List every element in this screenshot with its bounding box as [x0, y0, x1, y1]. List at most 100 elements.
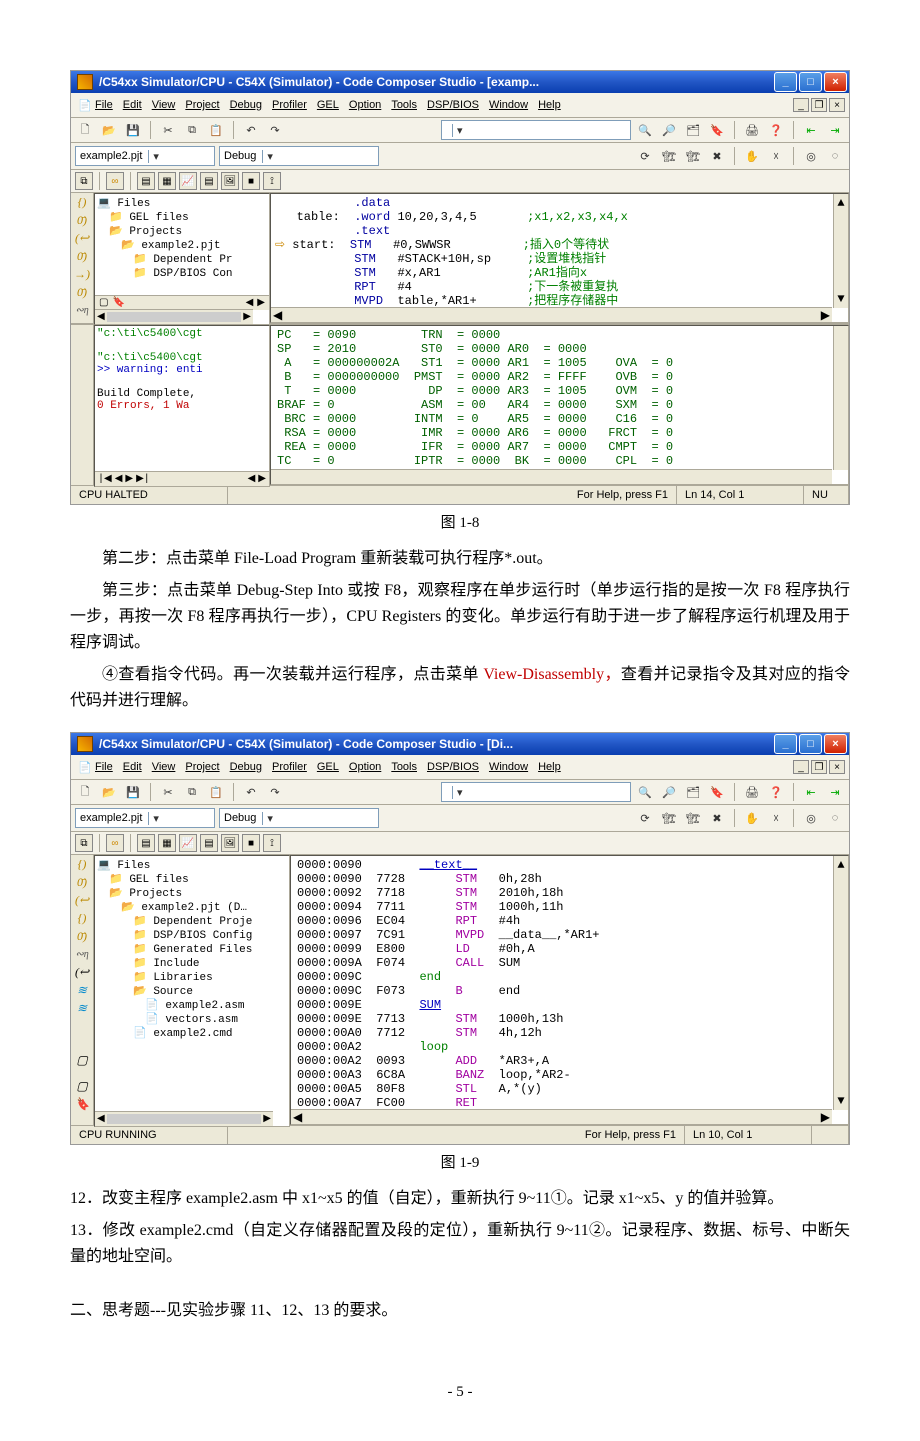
indent-icon[interactable]: ⇥: [825, 782, 845, 802]
child-minimize-button[interactable]: _: [793, 98, 809, 112]
menu-help[interactable]: Help: [538, 761, 561, 773]
view-mixed-icon[interactable]: ■: [242, 172, 260, 190]
menu-profiler[interactable]: Profiler: [272, 761, 307, 773]
output-icon[interactable]: ▢: [73, 1053, 91, 1067]
tree-tab-bookmark-icon[interactable]: 🔖: [73, 1097, 91, 1111]
help-icon[interactable]: ❓: [766, 782, 786, 802]
view-output-icon[interactable]: ▤: [200, 172, 218, 190]
copy-icon[interactable]: ⧉: [182, 120, 202, 140]
stop-build-icon[interactable]: ✖: [707, 146, 727, 166]
project-dropdown[interactable]: example2.pjt ▾: [75, 808, 215, 828]
step-out-icon[interactable]: (↩: [73, 893, 91, 907]
menu-edit[interactable]: Edit: [123, 99, 142, 111]
menu-debug[interactable]: Debug: [230, 99, 262, 111]
outdent-icon[interactable]: ⇤: [801, 782, 821, 802]
find-next-icon[interactable]: 🔎: [659, 120, 679, 140]
view-image-icon[interactable]: 🖼: [221, 834, 239, 852]
search-dropdown[interactable]: ▾: [441, 120, 631, 140]
menu-view[interactable]: View: [152, 99, 176, 111]
child-close-button[interactable]: ×: [829, 760, 845, 774]
undo-icon[interactable]: ↶: [241, 782, 261, 802]
halt-icon[interactable]: 0̄): [73, 285, 91, 299]
outdent-icon[interactable]: ⇤: [801, 120, 821, 140]
view-graph-icon[interactable]: 📈: [179, 172, 197, 190]
step-over-icon[interactable]: 0̄): [73, 213, 91, 227]
menu-file[interactable]: File: [95, 99, 113, 111]
step-out-icon[interactable]: (↩: [73, 231, 91, 245]
run-cursor-icon[interactable]: 0̄): [73, 929, 91, 943]
view-stack-icon[interactable]: ▤: [137, 834, 155, 852]
probe-icon[interactable]: ◎: [801, 146, 821, 166]
clear-probe-icon[interactable]: ◌: [825, 808, 845, 828]
view-disassembly-icon[interactable]: ⟟: [263, 834, 281, 852]
print-icon[interactable]: 🖨: [742, 120, 762, 140]
search-dropdown[interactable]: ▾: [441, 782, 631, 802]
redo-icon[interactable]: ↷: [265, 782, 285, 802]
view-watch-icon[interactable]: ▦: [158, 172, 176, 190]
find-files-icon[interactable]: 🗂: [683, 782, 703, 802]
menu-window[interactable]: Window: [489, 761, 528, 773]
view-watch-icon[interactable]: ▦: [158, 834, 176, 852]
view-registers-icon[interactable]: ⧉: [75, 172, 93, 190]
menu-option[interactable]: Option: [349, 99, 381, 111]
run-to-cursor-icon[interactable]: →): [73, 267, 91, 281]
child-restore-button[interactable]: ❐: [811, 98, 827, 112]
minimize-button[interactable]: _: [774, 734, 797, 754]
breakpoint-icon[interactable]: ✋: [742, 808, 762, 828]
view-image-icon[interactable]: 🖼: [221, 172, 239, 190]
animate-icon[interactable]: ∾η: [73, 947, 91, 961]
reset-icon[interactable]: ≋: [73, 1001, 91, 1015]
config-dropdown[interactable]: Debug ▾: [219, 146, 379, 166]
cut-icon[interactable]: ✂: [158, 782, 178, 802]
view-mixed-icon[interactable]: ■: [242, 834, 260, 852]
view-registers-icon[interactable]: ⧉: [75, 834, 93, 852]
breakpoint-icon[interactable]: ✋: [742, 146, 762, 166]
bookmark-icon[interactable]: 🔖: [707, 120, 727, 140]
build-icon[interactable]: 🏗: [659, 808, 679, 828]
close-button[interactable]: ×: [824, 72, 847, 92]
menu-help[interactable]: Help: [538, 99, 561, 111]
menu-project[interactable]: Project: [185, 761, 219, 773]
menu-gel[interactable]: GEL: [317, 761, 339, 773]
paste-icon[interactable]: 📋: [206, 120, 226, 140]
view-disassembly-icon[interactable]: ⟟: [263, 172, 281, 190]
menu-edit[interactable]: Edit: [123, 761, 142, 773]
view-memory-icon[interactable]: ∞: [106, 834, 124, 852]
menu-gel[interactable]: GEL: [317, 99, 339, 111]
redo-icon[interactable]: ↷: [265, 120, 285, 140]
cut-icon[interactable]: ✂: [158, 120, 178, 140]
help-icon[interactable]: ❓: [766, 120, 786, 140]
stop-build-icon[interactable]: ✖: [707, 808, 727, 828]
step-into-icon[interactable]: {): [73, 857, 91, 871]
menu-window[interactable]: Window: [489, 99, 528, 111]
open-icon[interactable]: 📂: [99, 782, 119, 802]
child-minimize-button[interactable]: _: [793, 760, 809, 774]
view-stack-icon[interactable]: ▤: [137, 172, 155, 190]
halt-icon[interactable]: (↩: [73, 965, 91, 979]
menu-file[interactable]: File: [95, 761, 113, 773]
new-icon[interactable]: 🗋: [75, 120, 95, 140]
menu-debug[interactable]: Debug: [230, 761, 262, 773]
save-icon[interactable]: 💾: [123, 120, 143, 140]
run-icon[interactable]: {): [73, 911, 91, 925]
indent-icon[interactable]: ⇥: [825, 120, 845, 140]
view-graph-icon[interactable]: 📈: [179, 834, 197, 852]
paste-icon[interactable]: 📋: [206, 782, 226, 802]
find-in-files-icon[interactable]: 🗂: [683, 120, 703, 140]
source-editor[interactable]: .data table: .word 10,20,3,4,5 ;x1,x2,x3…: [270, 193, 849, 323]
project-tree[interactable]: FilesGEL filesProjectsexample2.pjtDepend…: [94, 193, 270, 325]
run-icon[interactable]: 0̄): [73, 249, 91, 263]
menu-profiler[interactable]: Profiler: [272, 99, 307, 111]
step-over-icon[interactable]: 0̄): [73, 875, 91, 889]
menu-view[interactable]: View: [152, 761, 176, 773]
cpu-registers[interactable]: PC = 0090 TRN = 0000 SP = 2010 ST0 = 000…: [270, 325, 849, 485]
run-free-icon[interactable]: ≋: [73, 983, 91, 997]
build-icon[interactable]: 🏗: [659, 146, 679, 166]
clear-breakpoint-icon[interactable]: ☓: [766, 808, 786, 828]
open-icon[interactable]: 📂: [99, 120, 119, 140]
tree-tab-bookmark-icon[interactable]: 🔖: [112, 297, 124, 309]
rebuild-all-icon[interactable]: 🏗: [683, 146, 703, 166]
find-icon[interactable]: 🔍: [635, 120, 655, 140]
tree-tab-files-icon[interactable]: ▢: [99, 297, 108, 309]
disassembly-view[interactable]: 0000:0090 __text__ 0000:0090 7728 STM 0h…: [290, 855, 849, 1125]
